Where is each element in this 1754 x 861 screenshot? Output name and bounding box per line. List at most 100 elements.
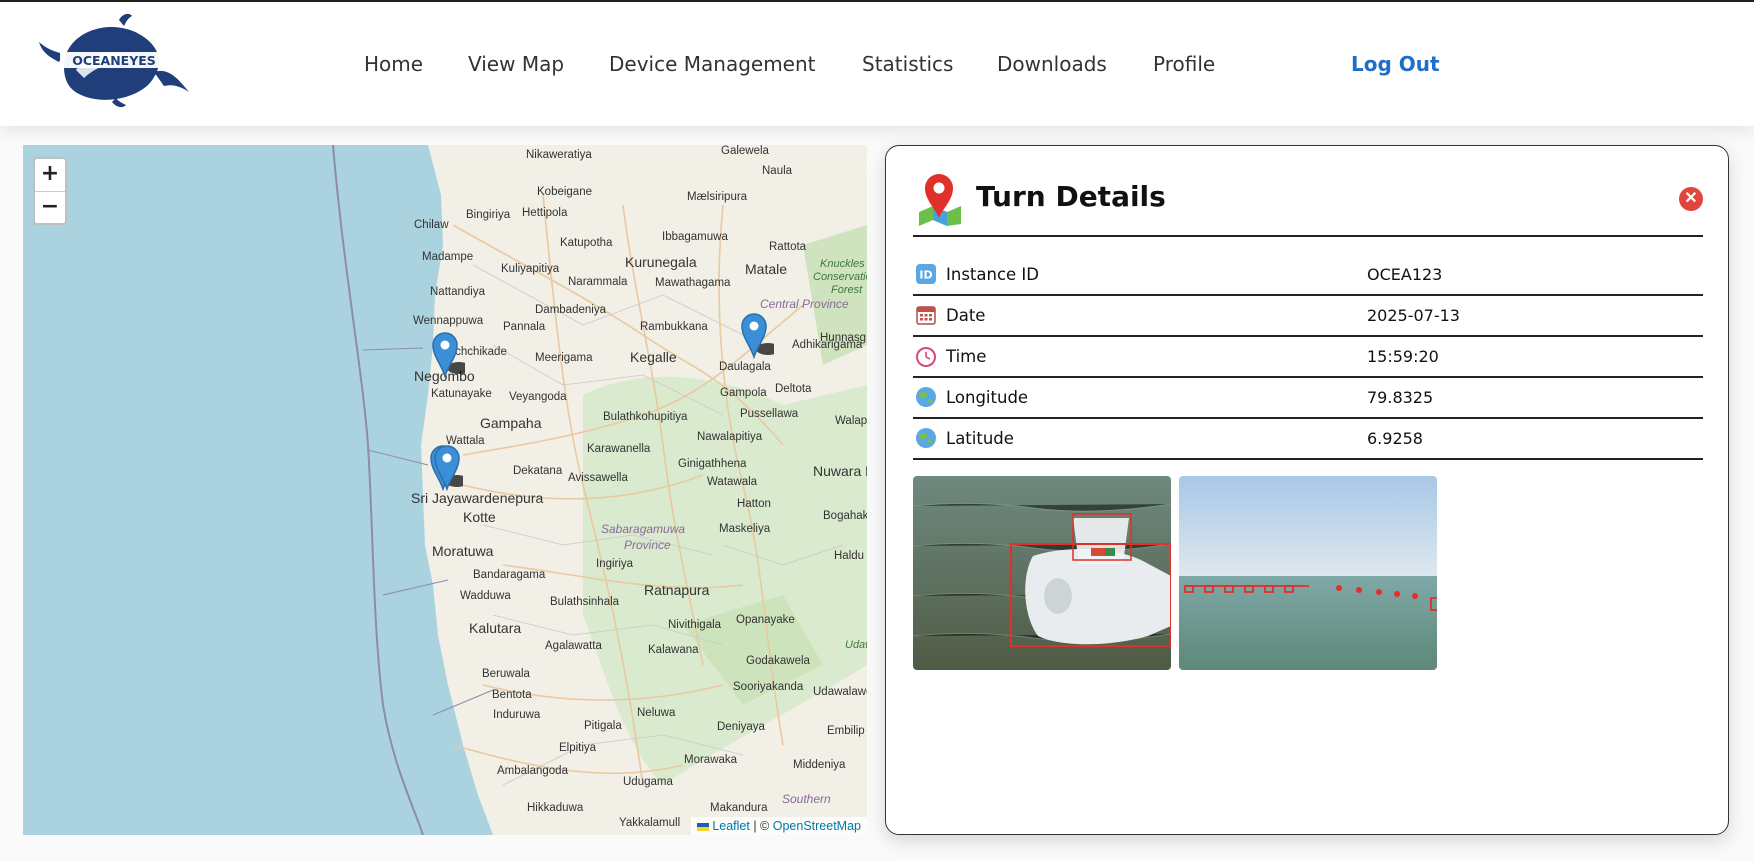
map-place: Gampaha xyxy=(480,415,542,431)
map-place: Udaw xyxy=(845,639,867,651)
detail-label: Time xyxy=(946,347,987,366)
svg-text:ID: ID xyxy=(919,269,932,282)
detail-row-instance-id: ID Instance ID OCEA123 xyxy=(913,254,1703,294)
map-place: Kalawana xyxy=(648,644,699,656)
map-place: Daulagala xyxy=(719,361,771,373)
map-place: Kegalle xyxy=(630,349,677,365)
map-place: Sabaragamuwa xyxy=(601,522,686,536)
map-place: Conservation xyxy=(813,271,867,283)
title-divider xyxy=(913,235,1703,237)
map-place: Ingiriya xyxy=(596,558,634,570)
nav-view-map[interactable]: View Map xyxy=(468,52,564,76)
map-place: Bulathkohupitiya xyxy=(603,411,688,423)
map-pin-icon xyxy=(919,174,961,226)
calendar-icon xyxy=(916,306,936,325)
detail-label: Latitude xyxy=(946,429,1014,448)
map-place: Naula xyxy=(762,165,793,177)
map-place: Bulathsinhala xyxy=(550,596,620,608)
detail-row-date: Date 2025-07-13 xyxy=(913,295,1703,335)
map-place: Udugama xyxy=(623,776,673,788)
close-icon[interactable]: ✕ xyxy=(1679,187,1703,211)
attribution-separator: | © xyxy=(749,819,773,833)
map-place: Pitigala xyxy=(584,720,622,732)
map-place: Mælsiripura xyxy=(687,191,748,203)
map-view[interactable]: + − Nikaweratiya Galewela Kobeigane Naul… xyxy=(23,145,867,835)
map-place: Ambalangoda xyxy=(497,765,568,777)
detail-value: 79.8325 xyxy=(1367,388,1434,407)
logo-text: OCEANEYES xyxy=(72,53,156,68)
detection-image-bottle[interactable] xyxy=(913,476,1171,670)
map-place: Matale xyxy=(745,261,788,277)
map-place: Forest xyxy=(831,284,863,296)
leaflet-link[interactable]: Leaflet xyxy=(712,819,750,833)
map-place: Narammala xyxy=(568,276,628,288)
clock-icon xyxy=(916,347,936,367)
panel-title: Turn Details xyxy=(976,180,1166,213)
map-place: Nivithigala xyxy=(668,619,722,631)
detail-row-time: Time 15:59:20 xyxy=(913,336,1703,376)
map-place: Wennappuwa xyxy=(413,315,484,327)
map-place: Kuliyapitiya xyxy=(501,263,560,275)
logout-link[interactable]: Log Out xyxy=(1351,52,1440,76)
map-place: Nattandiya xyxy=(430,286,485,298)
map-place: Kobeigane xyxy=(537,186,592,198)
map-place: Beruwala xyxy=(482,668,530,680)
map-place: Veyangoda xyxy=(509,391,567,403)
map-place: Maskeliya xyxy=(719,523,771,535)
detail-value: 2025-07-13 xyxy=(1367,306,1460,325)
map-place: Kurunegala xyxy=(625,254,697,270)
nav-device-management[interactable]: Device Management xyxy=(609,52,816,76)
map-place: Haldu xyxy=(834,550,865,562)
map-place: Karawanella xyxy=(587,443,651,455)
map-place: Ginigathhena xyxy=(678,458,747,470)
nav-profile[interactable]: Profile xyxy=(1153,52,1215,76)
map-place: Central Province xyxy=(760,297,849,311)
map-place: Dambadeniya xyxy=(535,304,606,316)
nav-home[interactable]: Home xyxy=(364,52,423,76)
turn-details-panel: Turn Details ✕ ID Instance ID OCEA123 Da… xyxy=(885,145,1729,835)
map-place: Embilip xyxy=(827,725,865,737)
map-place: Nuwara Eliya xyxy=(813,463,867,479)
map-place: Rattota xyxy=(769,241,807,253)
map-place: Sri Jayawardenepura xyxy=(411,490,544,506)
map-place: Udawalawe xyxy=(813,686,867,698)
map-place: Wadduwa xyxy=(460,590,511,602)
nav-downloads[interactable]: Downloads xyxy=(997,52,1107,76)
detail-label: Instance ID xyxy=(946,265,1039,284)
map-place: Bandaragama xyxy=(473,569,546,581)
zoom-out-button[interactable]: − xyxy=(35,192,65,224)
map-marker[interactable] xyxy=(431,330,465,378)
map-place: Meerigama xyxy=(535,352,593,364)
oceaneyes-logo[interactable]: OCEANEYES xyxy=(34,12,194,112)
detail-value: 6.9258 xyxy=(1367,429,1423,448)
zoom-control: + − xyxy=(33,157,67,225)
ukraine-flag-icon xyxy=(696,822,709,831)
map-place: Galewela xyxy=(721,145,769,157)
map-place: Southern xyxy=(782,792,831,806)
detail-row-latitude: Latitude 6.9258 xyxy=(913,418,1703,458)
zoom-in-button[interactable]: + xyxy=(35,159,65,192)
map-place: Hatton xyxy=(737,498,771,510)
map-place: Adhikarigama xyxy=(792,339,863,351)
detail-label: Longitude xyxy=(946,388,1029,407)
osm-link[interactable]: OpenStreetMap xyxy=(773,819,861,833)
map-place: Rambukkana xyxy=(640,321,708,333)
detection-image-buoys[interactable] xyxy=(1179,476,1437,670)
map-place: Induruwa xyxy=(493,709,541,721)
map-marker[interactable] xyxy=(740,311,774,359)
map-place: Pannala xyxy=(503,321,546,333)
map-marker[interactable] xyxy=(433,443,467,491)
map-place: Moratuwa xyxy=(432,543,494,559)
map-place: Avissawella xyxy=(568,472,628,484)
map-place: Kotte xyxy=(463,509,496,525)
nav-statistics[interactable]: Statistics xyxy=(862,52,953,76)
map-place: Ibbagamuwa xyxy=(662,231,728,243)
map-place: Province xyxy=(624,538,671,552)
map-place: Agalawatta xyxy=(545,640,602,652)
map-place: Middeniya xyxy=(793,759,846,771)
map-place: Pussellawa xyxy=(740,408,799,420)
map-place: Watawala xyxy=(707,476,758,488)
globe-icon xyxy=(916,387,936,407)
map-place: Mawathagama xyxy=(655,277,731,289)
map-place: Kalutara xyxy=(469,620,522,636)
